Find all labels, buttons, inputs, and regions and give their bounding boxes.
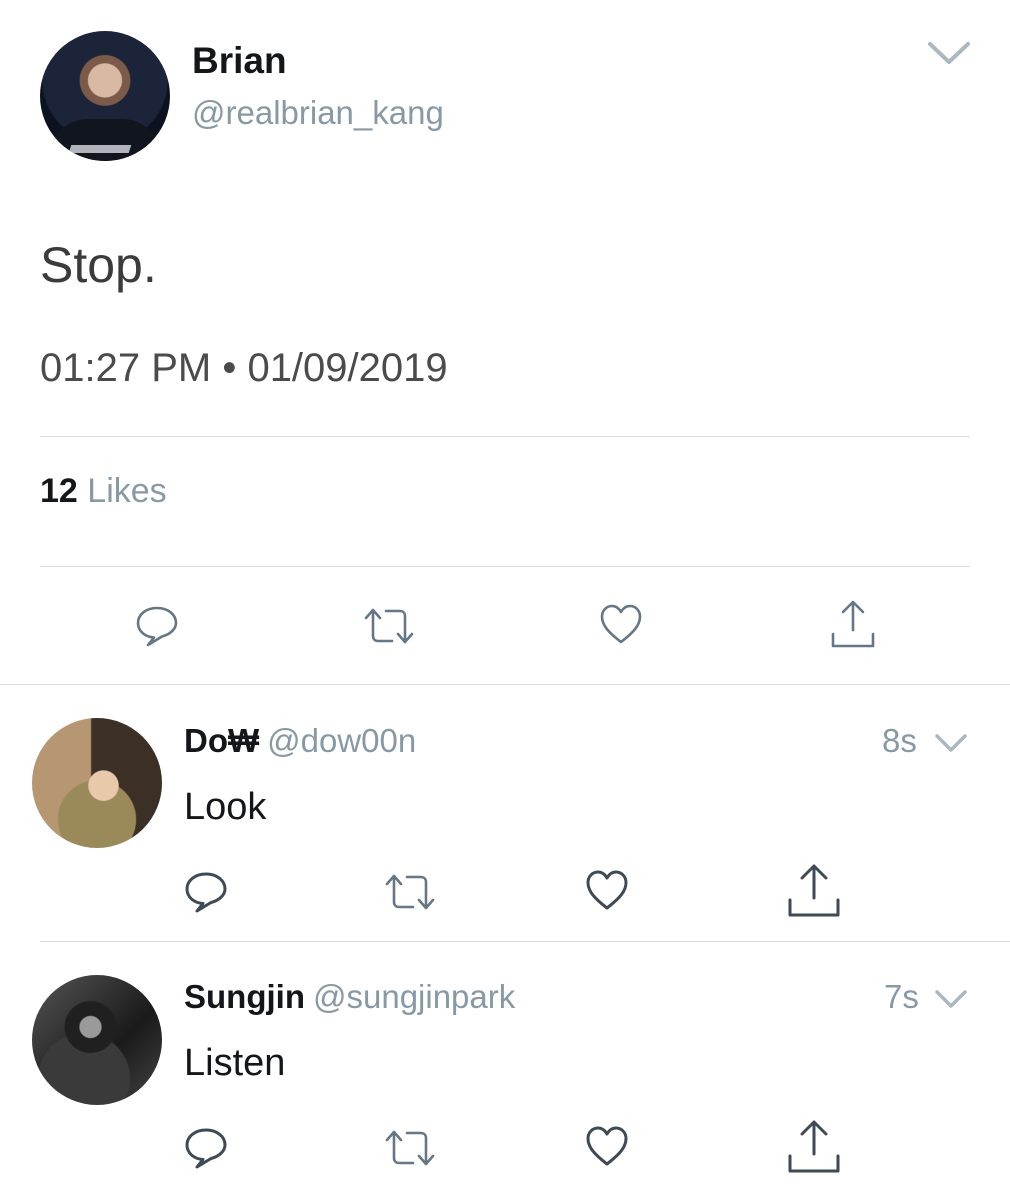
chevron-down-icon[interactable] <box>934 732 968 754</box>
section-divider <box>0 684 1010 685</box>
divider <box>40 436 970 437</box>
heart-icon[interactable] <box>598 602 644 646</box>
reply-avatar[interactable] <box>32 975 162 1105</box>
author-avatar[interactable] <box>40 31 170 161</box>
reply-avatar[interactable] <box>32 718 162 848</box>
reply-author-name[interactable]: Sungjin <box>184 978 305 1015</box>
reply-icon[interactable] <box>183 869 229 915</box>
reply-author-handle[interactable]: @sungjinpark <box>313 978 515 1015</box>
heart-icon[interactable] <box>584 868 630 912</box>
share-icon[interactable] <box>786 1118 842 1176</box>
share-icon[interactable] <box>786 862 842 920</box>
divider <box>40 941 1010 942</box>
reply-icon[interactable] <box>183 1125 229 1171</box>
retweet-icon[interactable] <box>383 1126 437 1170</box>
likes-label: Likes <box>87 472 167 510</box>
reply-text: Look <box>184 786 267 828</box>
tweet-text: Stop. <box>40 237 157 293</box>
retweet-icon[interactable] <box>362 604 416 648</box>
reply-text: Listen <box>184 1042 286 1084</box>
reply-time: 8s <box>882 722 917 759</box>
reply-author-name[interactable]: Do₩ <box>184 722 259 759</box>
likes-count[interactable]: 12 Likes <box>40 472 167 511</box>
likes-number: 12 <box>40 472 78 510</box>
author-handle[interactable]: @realbrian_kang <box>192 94 444 132</box>
reply-header: Sungjin @sungjinpark <box>184 978 515 1016</box>
avatar-shirt <box>48 119 162 161</box>
author-name[interactable]: Brian <box>192 40 287 82</box>
divider <box>40 566 970 567</box>
avatar-shirt-print <box>68 145 132 153</box>
reply-icon[interactable] <box>134 603 180 649</box>
reply-time: 7s <box>884 978 919 1015</box>
share-icon[interactable] <box>828 598 878 650</box>
retweet-icon[interactable] <box>383 870 437 914</box>
chevron-down-icon[interactable] <box>926 38 972 68</box>
reply-author-handle[interactable]: @dow00n <box>267 722 416 759</box>
tweet-timestamp[interactable]: 01:27 PM • 01/09/2019 <box>40 346 448 391</box>
heart-icon[interactable] <box>584 1124 630 1168</box>
reply-header: Do₩ @dow00n <box>184 722 416 760</box>
chevron-down-icon[interactable] <box>934 988 968 1010</box>
